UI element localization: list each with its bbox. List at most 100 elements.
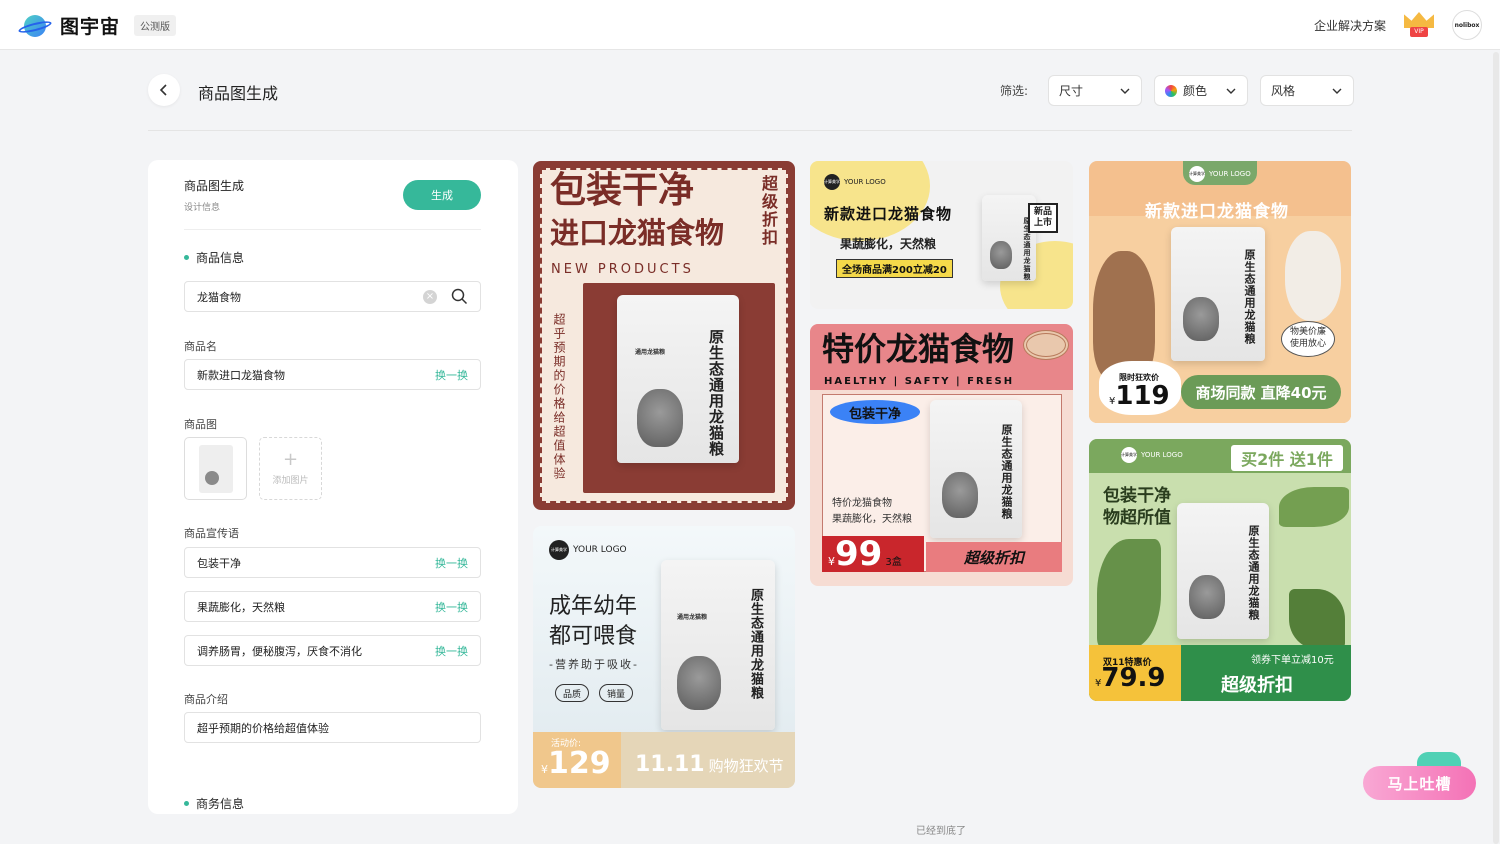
poster-line-1: 成年幼年: [549, 594, 638, 619]
enterprise-solutions-link[interactable]: 企业解决方案: [1314, 17, 1386, 34]
chevron-left-icon: [159, 84, 167, 96]
speech-bubble: 物美价廉 使用放心: [1281, 321, 1335, 357]
end-of-list-note: 已经到底了: [916, 826, 966, 837]
swap-button[interactable]: 换一换: [435, 555, 468, 571]
poster-logo: 计算美学 YOUR LOGO: [1121, 447, 1183, 463]
poster-card-3[interactable]: 特价龙猫食物 HAELTHY | SAFTY | FRESH 包装干净 特价龙猫…: [810, 324, 1073, 586]
planet-logo-icon: [17, 14, 53, 38]
poster-card-2[interactable]: 计算美学 YOUR LOGO 新款进口龙猫食物 果蔬膨化，天然粮 全场商品满200…: [810, 161, 1073, 309]
poster-card-1[interactable]: 包装干净 进口龙猫食物 超级折扣 NEW PRODUCTS 超乎预期的价格给超值…: [533, 161, 795, 510]
intro-label: 商品介绍: [184, 693, 228, 706]
back-button[interactable]: [148, 74, 180, 106]
price-value: ¥119: [1109, 381, 1170, 411]
price-box: ¥ 99 3盒: [822, 536, 924, 572]
poster-english-text: NEW PRODUCTS: [551, 262, 694, 277]
poster-line-1: 特价龙猫食物: [832, 498, 892, 509]
poster-logo: 计算美学 YOUR LOGO: [1189, 166, 1251, 182]
product-name-field[interactable]: 新款进口龙猫食物 换一换: [184, 359, 481, 390]
product-info-heading: 商品信息: [184, 249, 244, 266]
event-banner: 11.11 购物狂欢节: [635, 752, 784, 777]
color-wheel-icon: [1165, 84, 1178, 97]
discount-banner: 超级折扣: [926, 542, 1062, 572]
app-name: 图宇宙: [60, 16, 121, 38]
poster-logo: 计算美学 YOUR LOGO: [824, 174, 886, 190]
plus-icon: +: [282, 449, 299, 470]
price-value: ¥129: [541, 746, 611, 781]
swap-button[interactable]: 换一换: [435, 599, 468, 615]
filter-label: 筛选:: [1000, 84, 1029, 98]
poster-card-5[interactable]: 计算美学 YOUR LOGO 成年幼年 都可喂食 -营养助于吸收- 品质 销量 通…: [533, 526, 795, 788]
poster-line-2: 物超所值: [1103, 508, 1171, 528]
poster-subtitle: -营养助于吸收-: [549, 658, 639, 671]
cta-banner: 商场同款 直降40元: [1181, 375, 1341, 409]
tag-sales: 销量: [599, 684, 633, 702]
product-bag-image: 原生态通用龙猫粮: [1171, 227, 1265, 361]
page-scrollbar[interactable]: [1493, 52, 1499, 844]
size-filter-select[interactable]: 尺寸: [1048, 75, 1143, 106]
add-image-button[interactable]: + 添加图片: [259, 437, 322, 500]
poster-side-text: 超级折扣: [759, 175, 778, 247]
business-info-heading: 商务信息: [184, 795, 244, 812]
panel-divider: [184, 229, 481, 230]
poster-promo: 全场商品满200立减20: [836, 259, 953, 278]
swap-button[interactable]: 换一换: [435, 367, 468, 383]
poster-subtitle: 果蔬膨化，天然粮: [840, 237, 937, 251]
poster-title: 新款进口龙猫食物: [1145, 202, 1289, 222]
discount-text: 超级折扣: [1221, 675, 1293, 696]
panel-subtitle: 设计信息: [184, 203, 221, 213]
slogan-field-2[interactable]: 果蔬膨化，天然粮 换一换: [184, 591, 481, 622]
product-image-thumbnail[interactable]: [184, 437, 247, 500]
header-divider: [148, 130, 1352, 131]
product-image-label: 商品图: [184, 418, 217, 431]
filter-bar: 筛选: 尺寸 颜色 风格: [1000, 75, 1366, 106]
poster-english-text: HAELTHY | SAFTY | FRESH: [824, 376, 1015, 387]
slogan-field-3[interactable]: 调养肠胃，便秘腹泻，厌食不消化 换一换: [184, 635, 481, 666]
plate-icon: [1023, 330, 1069, 360]
design-info-panel: 商品图生成 设计信息 生成 商品信息 龙猫食物 × 商品名 新款进口龙猫食物 换…: [148, 160, 518, 814]
poster-line-2: 都可喂食: [549, 624, 638, 649]
poster-headline-2: 进口龙猫食物: [550, 216, 725, 250]
poster-description: 超乎预期的价格给超值体验: [552, 313, 566, 481]
poster-title: 特价龙猫食物: [822, 330, 1015, 368]
poster-line-2: 果蔬膨化，天然粮: [832, 514, 912, 525]
white-rabbit-image: [1285, 231, 1341, 321]
leaf-image: [1279, 487, 1349, 527]
poster-card-6[interactable]: 计算美学 YOUR LOGO 买2件 送1件 包装干净 物超所值 原生态通用龙猫粮…: [1089, 439, 1351, 701]
color-filter-select[interactable]: 颜色: [1154, 75, 1249, 106]
poster-card-4[interactable]: 计算美学 YOUR LOGO 新款进口龙猫食物 原生态通用龙猫粮 物美价廉 使用放心…: [1089, 161, 1351, 423]
poster-title: 新款进口龙猫食物: [824, 205, 953, 223]
chevron-down-icon: [1120, 88, 1130, 94]
product-bag-image: 通用龙猫粮 原生态通用龙猫粮: [617, 295, 739, 463]
product-bag-image: 原生态通用龙猫粮: [930, 400, 1022, 538]
poster-logo: 计算美学 YOUR LOGO: [549, 540, 627, 560]
page-title: 商品图生成: [198, 84, 279, 103]
search-icon[interactable]: [451, 288, 468, 305]
slogan-label: 商品宣传语: [184, 527, 239, 540]
intro-field[interactable]: 超乎预期的价格给超值体验: [184, 712, 481, 743]
product-search-input[interactable]: 龙猫食物 ×: [184, 281, 481, 312]
product-bag-image: 通用龙猫粮 原生态通用龙猫粮: [661, 560, 775, 730]
leaf-image: [1289, 589, 1345, 649]
product-name-label: 商品名: [184, 340, 217, 353]
style-filter-select[interactable]: 风格: [1260, 75, 1355, 106]
generate-button[interactable]: 生成: [403, 180, 481, 210]
promo-tag: 买2件 送1件: [1231, 445, 1343, 471]
coupon-text: 领券下单立减10元: [1251, 655, 1334, 666]
poster-headline-1: 包装干净: [550, 170, 695, 211]
chevron-down-icon: [1226, 88, 1236, 94]
avatar[interactable]: nolibox: [1452, 10, 1482, 40]
app-logo[interactable]: 图宇宙 公测版: [17, 12, 177, 39]
poster-pill: 包装干净: [830, 400, 920, 424]
clear-icon[interactable]: ×: [423, 289, 437, 304]
vip-crown-icon[interactable]: VIP: [1404, 12, 1434, 38]
swap-button[interactable]: 换一换: [435, 643, 468, 659]
chevron-down-icon: [1332, 88, 1342, 94]
leaf-image: [1097, 539, 1161, 649]
new-arrival-tag: 新品 上市: [1028, 203, 1058, 233]
feedback-button[interactable]: 马上吐槽: [1363, 766, 1476, 800]
price-value: ¥79.9: [1095, 663, 1166, 693]
slogan-field-1[interactable]: 包装干净 换一换: [184, 547, 481, 578]
panel-title: 商品图生成: [184, 179, 245, 193]
beta-badge: 公测版: [134, 15, 177, 36]
tag-quality: 品质: [555, 684, 589, 702]
